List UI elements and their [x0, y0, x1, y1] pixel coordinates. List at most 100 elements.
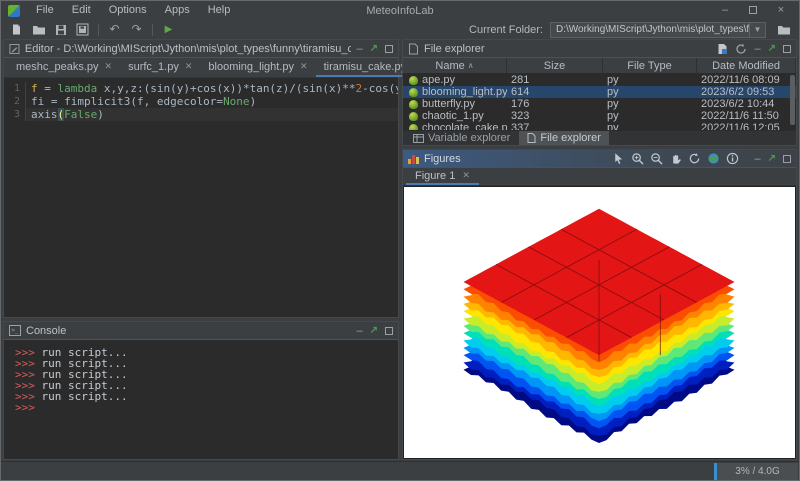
close-icon[interactable]: ✕ [462, 170, 470, 181]
undo-button[interactable]: ↶ [104, 21, 125, 38]
python-file-icon [409, 112, 418, 121]
open-file-button[interactable] [28, 21, 49, 38]
menu-edit[interactable]: Edit [63, 1, 100, 20]
column-header-datemodified[interactable]: Date Modified [697, 58, 796, 73]
tab-label: blooming_light.py [208, 61, 294, 73]
file-row-chaotic_1.py[interactable]: chaotic_1.py323py2022/11/6 11:50 [403, 110, 796, 122]
python-file-icon [409, 100, 418, 109]
maximize-icon [385, 45, 393, 53]
float-panel-icon[interactable]: ↗ [768, 40, 776, 58]
menu-apps[interactable]: Apps [156, 1, 199, 20]
code-line: 1f = lambda x,y,z:(sin(y)+cos(x))*tan(z)… [4, 82, 398, 95]
editor-title: Editor - D:\Working\MIScript\Jython\mis\… [25, 43, 352, 55]
figures-panel: Figures – ↗ [402, 149, 797, 460]
console-panel-header: >_ Console – ↗ [4, 322, 398, 340]
column-header-name[interactable]: Name ∧ [403, 58, 507, 73]
figures-title: Figures [424, 153, 461, 165]
refresh-button[interactable] [735, 43, 747, 55]
menu-help[interactable]: Help [199, 1, 240, 20]
column-header-filetype[interactable]: File Type [603, 58, 697, 73]
window-maximize-button[interactable] [739, 1, 767, 20]
file-explorer-title: File explorer [424, 43, 485, 55]
file-row-chocolate_cake.py[interactable]: chocolate_cake.py337py2022/11/6 12:05 [403, 122, 796, 130]
run-script-button[interactable]: ▶ [158, 21, 179, 38]
minimize-panel-icon[interactable]: – [754, 40, 760, 58]
close-icon[interactable]: ✕ [105, 61, 113, 72]
open-folder-icon [32, 24, 46, 36]
browse-folder-button[interactable] [773, 21, 794, 38]
explorer-bottom-tabs: Variable explorer File explorer [403, 130, 796, 145]
editor-icon [9, 43, 20, 55]
tab-file-explorer[interactable]: File explorer [519, 131, 609, 145]
float-panel-icon[interactable]: ↗ [768, 150, 776, 168]
maximize-panel-icon[interactable] [385, 45, 393, 53]
redo-button[interactable]: ↷ [126, 21, 147, 38]
float-panel-icon[interactable]: ↗ [370, 322, 378, 340]
rotate-button[interactable] [688, 152, 701, 165]
float-panel-icon[interactable]: ↗ [370, 40, 378, 58]
identify-button[interactable] [726, 152, 739, 165]
zoom-out-button[interactable] [650, 152, 663, 165]
new-file-button[interactable] [6, 21, 27, 38]
pan-button[interactable] [669, 152, 682, 165]
console-panel: >_ Console – ↗ >>> run script...>>> run … [3, 321, 399, 460]
status-bar: 3% / 4.0G [1, 461, 799, 480]
select-cursor-button[interactable] [612, 152, 625, 165]
tab-figure-1[interactable]: Figure 1 ✕ [406, 168, 479, 185]
file-row-butterfly.py[interactable]: butterfly.py176py2023/6/2 10:44 [403, 98, 796, 110]
figure-canvas[interactable] [403, 186, 796, 459]
maximize-panel-icon[interactable] [385, 327, 393, 335]
window-minimize-button[interactable]: – [711, 1, 739, 20]
window-close-button[interactable]: × [767, 1, 795, 20]
close-icon[interactable]: ✕ [185, 61, 193, 72]
code-editor[interactable]: 1f = lambda x,y,z:(sin(y)+cos(x))*tan(z)… [4, 78, 398, 317]
code-text: f = lambda x,y,z:(sin(y)+cos(x))*tan(z)/… [26, 82, 398, 95]
zoom-in-icon [631, 152, 644, 165]
minimize-panel-icon[interactable]: – [356, 40, 362, 58]
main-toolbar: ↶ ↷ ▶ Current Folder: D:\Working\MIScrip… [1, 20, 799, 39]
toolbar-separator [98, 24, 99, 36]
folder-icon [777, 24, 791, 36]
globe-button[interactable] [707, 152, 720, 165]
hand-pan-icon [669, 152, 682, 165]
python-file-icon [409, 88, 418, 97]
tab-label: meshc_peaks.py [16, 61, 99, 73]
minimize-panel-icon[interactable]: – [356, 322, 362, 340]
editor-tab-blooming_light.py[interactable]: blooming_light.py ✕ [200, 58, 315, 77]
file-explorer-panel: File explorer – ↗ Name ∧ Size F [402, 39, 797, 146]
python-file-icon [409, 76, 418, 85]
python-file-icon [409, 124, 418, 131]
tab-variable-explorer[interactable]: Variable explorer [405, 131, 518, 145]
console-output[interactable]: >>> run script...>>> run script...>>> ru… [4, 340, 398, 459]
main-area: Editor - D:\Working\MIScript\Jython\mis\… [1, 39, 799, 461]
code-line: 2fi = fimplicit3(f, edgecolor=None) [4, 95, 398, 108]
titlebar: FileEditOptionsAppsHelp MeteoInfoLab – × [1, 1, 799, 20]
menu-options[interactable]: Options [100, 1, 156, 20]
editor-tabbar: meshc_peaks.py✕surfc_1.py✕blooming_light… [4, 58, 398, 78]
editor-tab-surfc_1.py[interactable]: surfc_1.py ✕ [120, 58, 200, 77]
menu-file[interactable]: File [27, 1, 63, 20]
save-button[interactable] [50, 21, 71, 38]
chevron-down-icon[interactable]: ▼ [749, 23, 765, 37]
column-header-size[interactable]: Size [507, 58, 603, 73]
close-icon[interactable]: ✕ [300, 61, 308, 72]
console-title: Console [26, 325, 66, 337]
maximize-panel-icon[interactable] [783, 45, 791, 53]
editor-tab-meshc_peaks.py[interactable]: meshc_peaks.py ✕ [8, 58, 120, 77]
tab-label: surfc_1.py [128, 61, 179, 73]
save-all-icon [76, 23, 89, 36]
figures-icon [408, 154, 419, 164]
current-folder-combobox[interactable]: D:\Working\MIScript\Jython\mis\plot_type… [550, 22, 766, 38]
file-explorer-header: File explorer – ↗ [403, 40, 796, 58]
file-row-ape.py[interactable]: ape.py281py2022/11/6 08:09 [403, 74, 796, 86]
scrollbar[interactable] [790, 75, 795, 125]
file-row-blooming_light.py[interactable]: blooming_light.py614py2023/6/2 09:53 [403, 86, 796, 98]
code-text: axis(False) [26, 108, 398, 121]
new-file-button[interactable] [717, 43, 728, 55]
zoom-in-button[interactable] [631, 152, 644, 165]
minimize-panel-icon[interactable]: – [754, 150, 760, 168]
memory-indicator: 3% / 4.0G [714, 463, 798, 480]
maximize-panel-icon[interactable] [783, 155, 791, 163]
editor-panel: Editor - D:\Working\MIScript\Jython\mis\… [3, 39, 399, 318]
save-all-button[interactable] [72, 21, 93, 38]
